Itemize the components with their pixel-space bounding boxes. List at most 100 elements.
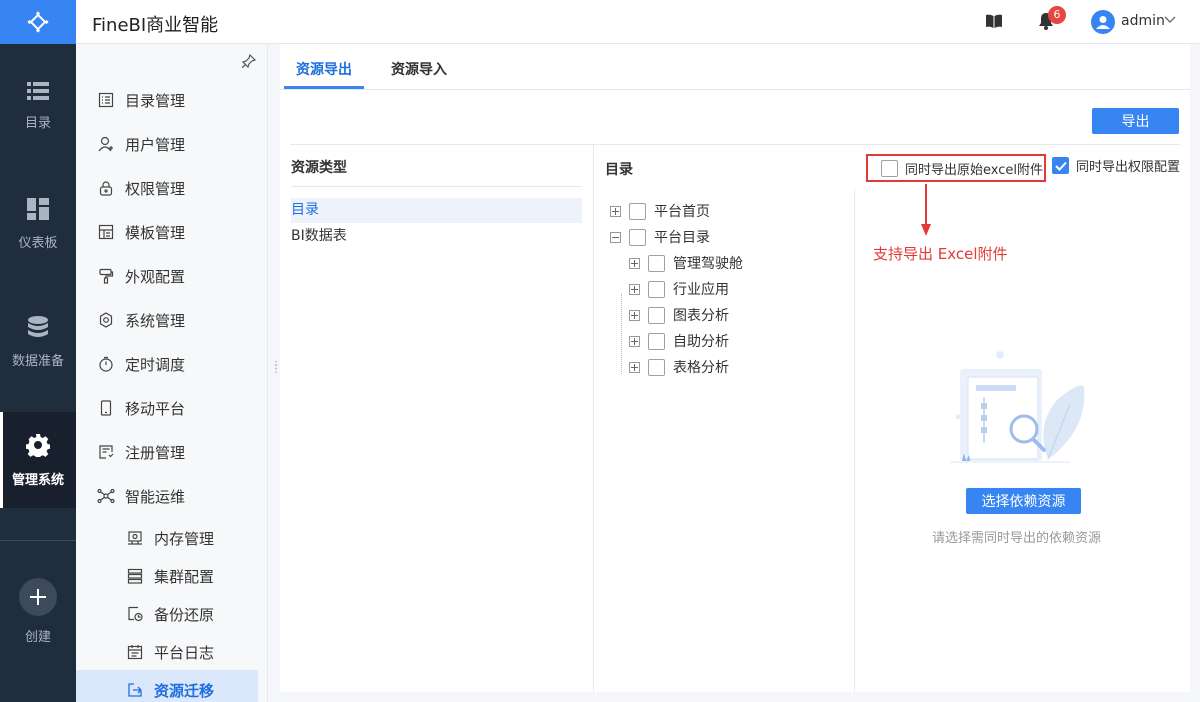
export-button[interactable]: 导出 (1092, 108, 1179, 134)
user-name[interactable]: admin (1121, 13, 1165, 29)
list-icon (27, 81, 49, 100)
rail-item-admin[interactable]: 管理系统 (0, 412, 76, 508)
sidebar-item-label: 备份还原 (154, 605, 215, 624)
expand-icon[interactable] (629, 309, 640, 321)
directory-title: 目录 (605, 162, 633, 178)
option-label: 同时导出原始excel附件 (905, 162, 1043, 178)
rail-item-catalog[interactable]: 目录 (0, 58, 76, 154)
expand-icon[interactable] (629, 283, 640, 295)
checkbox[interactable] (648, 332, 665, 350)
sidebar-item-register[interactable]: 注册管理 (76, 432, 268, 472)
create-button[interactable]: 创建 (0, 578, 76, 645)
expand-icon[interactable] (610, 205, 621, 217)
rail-divider (0, 540, 76, 541)
network-icon (97, 487, 115, 505)
checkbox[interactable] (629, 228, 646, 246)
checkbox[interactable] (648, 358, 665, 376)
checkbox[interactable] (629, 202, 646, 220)
expand-icon[interactable] (629, 257, 640, 269)
option-label: 同时导出权限配置 (1076, 160, 1181, 175)
tree-node[interactable]: 平台目录 (610, 226, 710, 248)
sidebar-item-catalog[interactable]: 目录管理 (76, 80, 268, 120)
checkbox-checked[interactable] (1052, 157, 1069, 174)
sidebar-item-users[interactable]: 用户管理 (76, 124, 268, 164)
pin-icon[interactable] (242, 54, 256, 68)
sidebar-item-label: 资源迁移 (154, 681, 215, 700)
sidebar-subitem-logs[interactable]: 平台日志 (76, 632, 268, 672)
checkbox[interactable] (881, 159, 898, 177)
sidebar-subitem-memory[interactable]: 内存管理 (76, 518, 268, 558)
tree-node[interactable]: 行业应用 (629, 278, 729, 300)
chevron-down-icon[interactable] (1164, 16, 1176, 24)
expand-icon[interactable] (629, 361, 640, 373)
expand-icon[interactable] (629, 335, 640, 347)
migrate-icon (126, 681, 144, 699)
tree-node[interactable]: 自助分析 (629, 330, 729, 352)
tree-node-label: 平台目录 (654, 230, 710, 246)
sidebar-item-label: 集群配置 (154, 567, 215, 586)
check-icon (1054, 161, 1067, 171)
resource-type-title: 资源类型 (291, 160, 347, 176)
create-label: 创建 (24, 630, 51, 645)
tab-resource-import[interactable]: 资源导入 (391, 59, 447, 79)
tree-guide-line (621, 294, 622, 374)
checkbox[interactable] (648, 306, 665, 324)
sidebar-item-label: 系统管理 (125, 311, 186, 330)
sidebar-item-label: 内存管理 (154, 529, 215, 548)
sidebar-item-permissions[interactable]: 权限管理 (76, 168, 268, 208)
sidebar-subitem-backup[interactable]: 备份还原 (76, 594, 268, 634)
book-icon[interactable] (986, 14, 1002, 28)
sidebar-item-schedule[interactable]: 定时调度 (76, 344, 268, 384)
export-excel-option[interactable]: 同时导出原始excel附件 (866, 154, 1046, 182)
brush-icon (97, 267, 115, 285)
rail-item-label: 管理系统 (11, 472, 64, 488)
sidebar-item-system[interactable]: 系统管理 (76, 300, 268, 340)
resource-type-bi-table[interactable]: BI数据表 (291, 224, 582, 249)
empty-state-illustration (950, 351, 1085, 463)
top-bar: FineBI商业智能 6 admin (76, 0, 1200, 44)
sidebar-item-label: 模板管理 (125, 223, 186, 242)
template-icon (97, 223, 115, 241)
select-dependency-button[interactable]: 选择依赖资源 (966, 488, 1081, 514)
tree-node[interactable]: 表格分析 (629, 356, 729, 378)
catalog-icon (97, 91, 115, 109)
tree-node[interactable]: 图表分析 (629, 304, 729, 326)
tree-node[interactable]: 平台首页 (610, 200, 710, 222)
column-divider (593, 145, 594, 692)
sidebar-item-label: 注册管理 (125, 443, 186, 462)
tree-node-label: 管理驾驶舱 (673, 256, 743, 272)
sidebar-item-label: 目录管理 (125, 91, 186, 110)
settings-icon (97, 311, 115, 329)
sidebar-item-label: 移动平台 (125, 399, 186, 418)
export-permission-option[interactable]: 同时导出权限配置 (1052, 156, 1180, 175)
avatar[interactable] (1091, 10, 1115, 34)
sidebar-item-label: 外观配置 (125, 267, 186, 286)
main-rail: 目录 仪表板 数据准备 管理系统 创建 (0, 0, 76, 702)
column-divider (854, 189, 855, 692)
rail-item-dashboard[interactable]: 仪表板 (0, 176, 76, 272)
tree-node-label: 图表分析 (673, 308, 729, 324)
sidebar-item-appearance[interactable]: 外观配置 (76, 256, 268, 296)
tree-node-label: 平台首页 (654, 204, 710, 220)
logo[interactable] (0, 0, 76, 44)
tab-resource-export[interactable]: 资源导出 (296, 59, 352, 79)
sidebar-item-mobile[interactable]: 移动平台 (76, 388, 268, 428)
collapse-icon[interactable] (610, 231, 621, 243)
sidebar-item-templates[interactable]: 模板管理 (76, 212, 268, 252)
log-icon (126, 643, 144, 661)
main-content: 资源导出 资源导入 导出 资源类型 目录 BI数据表 目录 平台首页 平台目录 … (280, 44, 1190, 692)
tree-node[interactable]: 管理驾驶舱 (629, 252, 743, 274)
checkbox[interactable] (648, 280, 665, 298)
dependency-hint: 请选择需同时导出的依赖资源 (932, 531, 1102, 546)
annotation-arrow (921, 184, 931, 236)
rail-item-data-prep[interactable]: 数据准备 (0, 294, 76, 390)
sidebar-subitem-migration[interactable]: 资源迁移 (76, 670, 258, 702)
tree-node-label: 自助分析 (673, 334, 729, 350)
sidebar-subitem-cluster[interactable]: 集群配置 (76, 556, 268, 596)
annotation-text: 支持导出 Excel附件 (873, 245, 1008, 263)
register-icon (97, 443, 115, 461)
database-icon (28, 315, 48, 337)
resource-type-catalog[interactable]: 目录 (291, 198, 582, 223)
checkbox[interactable] (648, 254, 665, 272)
sidebar-item-ops[interactable]: 智能运维 (76, 476, 268, 516)
